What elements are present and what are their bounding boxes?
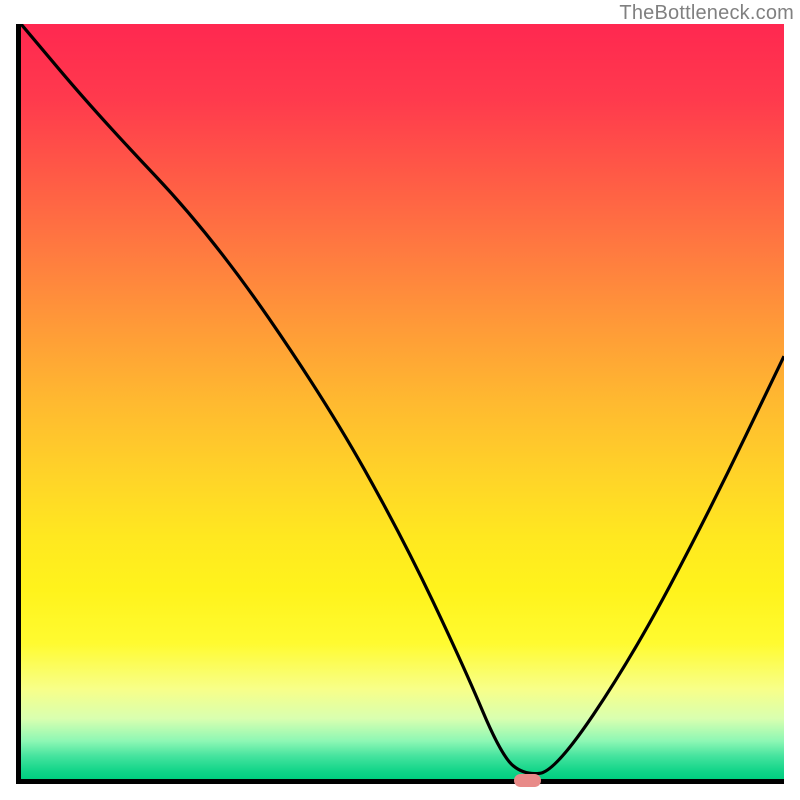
- plot-area: [16, 24, 784, 784]
- curve-path: [21, 24, 784, 774]
- chart-container: TheBottleneck.com: [0, 0, 800, 800]
- bottleneck-curve: [21, 24, 784, 779]
- optimum-marker: [514, 774, 541, 787]
- watermark-label: TheBottleneck.com: [619, 2, 794, 25]
